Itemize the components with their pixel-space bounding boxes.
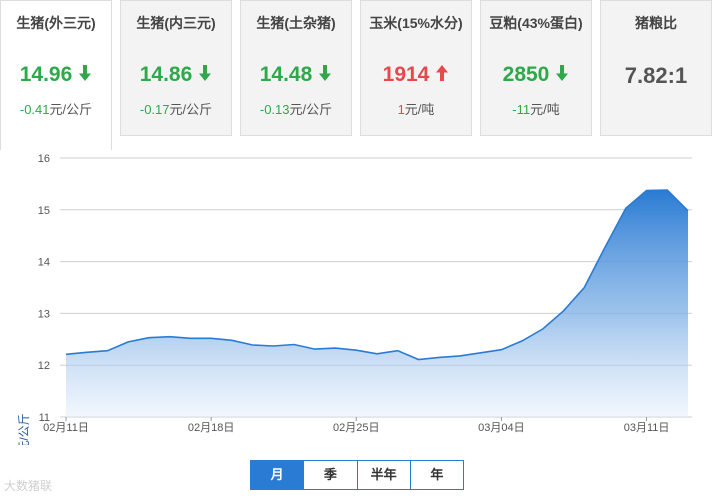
card-change: -0.41元/公斤 [19,102,93,117]
price-cards: 生猪(外三元) 14.96 -0.41元/公斤 生猪(内三元) 14.86 -0… [0,0,714,150]
card-price: 14.48 [241,63,351,88]
card-corn[interactable]: 玉米(15%水分) 1914 1元/吨 [360,0,472,136]
x-tick-label: 03月04日 [478,422,524,434]
card-soymeal[interactable]: 豆粕(43%蛋白) 2850 -11元/吨 [480,0,592,136]
y-tick-label: 12 [38,360,50,372]
card-title: 玉米(15%水分) [369,15,463,31]
arrow-up-icon [435,64,449,88]
series-area [66,190,688,417]
card-pig-neisanyuan[interactable]: 生猪(内三元) 14.86 -0.17元/公斤 [120,0,232,136]
card-change: -0.17元/公斤 [139,102,213,117]
x-tick-label: 03月11日 [624,422,670,434]
y-tick-label: 14 [38,257,50,269]
arrow-down-icon [198,64,212,88]
card-title: 生猪(外三元) [16,15,96,31]
card-pig-tuzazhu[interactable]: 生猪(土杂猪) 14.48 -0.13元/公斤 [240,0,352,136]
card-change: -0.13元/公斤 [259,102,333,117]
arrow-down-icon [318,64,332,88]
y-tick-label: 16 [38,153,50,165]
y-axis-ticks: 111213141516 [38,153,50,424]
card-pig-waisanyuan[interactable]: 生猪(外三元) 14.96 -0.41元/公斤 [0,0,112,150]
card-price: 1914 [361,63,471,88]
card-title: 生猪(内三元) [136,15,216,31]
watermark: 大数猪联 [4,479,53,493]
range-tabs: 月 季 半年 年 [250,460,464,490]
price-area-chart: 111213141516 02月11日 02月18日 02月25日 03月04日 03月… [17,153,692,445]
tab-month[interactable]: 月 [251,461,305,489]
card-price: 7.82:1 [624,63,688,88]
card-title: 猪粮比 [635,15,677,31]
card-change: 1元/吨 [397,102,435,117]
x-tick-label: 02月11日 [43,422,89,434]
card-price: 14.86 [121,63,231,88]
x-axis-ticks: 02月11日 02月18日 02月25日 03月04日 03月11日 [43,417,669,434]
arrow-down-icon [555,64,569,88]
y-tick-label: 15 [38,205,50,217]
y-tick-label: 13 [38,308,50,320]
tab-quarter[interactable]: 季 [304,461,358,489]
x-tick-label: 02月25日 [333,422,379,434]
card-price: 2850 [481,63,591,88]
card-pig-grain-ratio[interactable]: 猪粮比 7.82:1 [600,0,712,136]
x-tick-label: 02月18日 [188,422,234,434]
card-change: -11元/吨 [512,102,560,117]
y-axis-label: 元/公斤 [17,413,31,445]
card-price: 14.96 [1,63,111,88]
tab-year[interactable]: 年 [411,461,463,489]
tab-half-year[interactable]: 半年 [358,461,411,489]
card-title: 豆粕(43%蛋白) [489,15,583,31]
card-title: 生猪(土杂猪) [256,15,336,31]
arrow-down-icon [78,64,92,88]
